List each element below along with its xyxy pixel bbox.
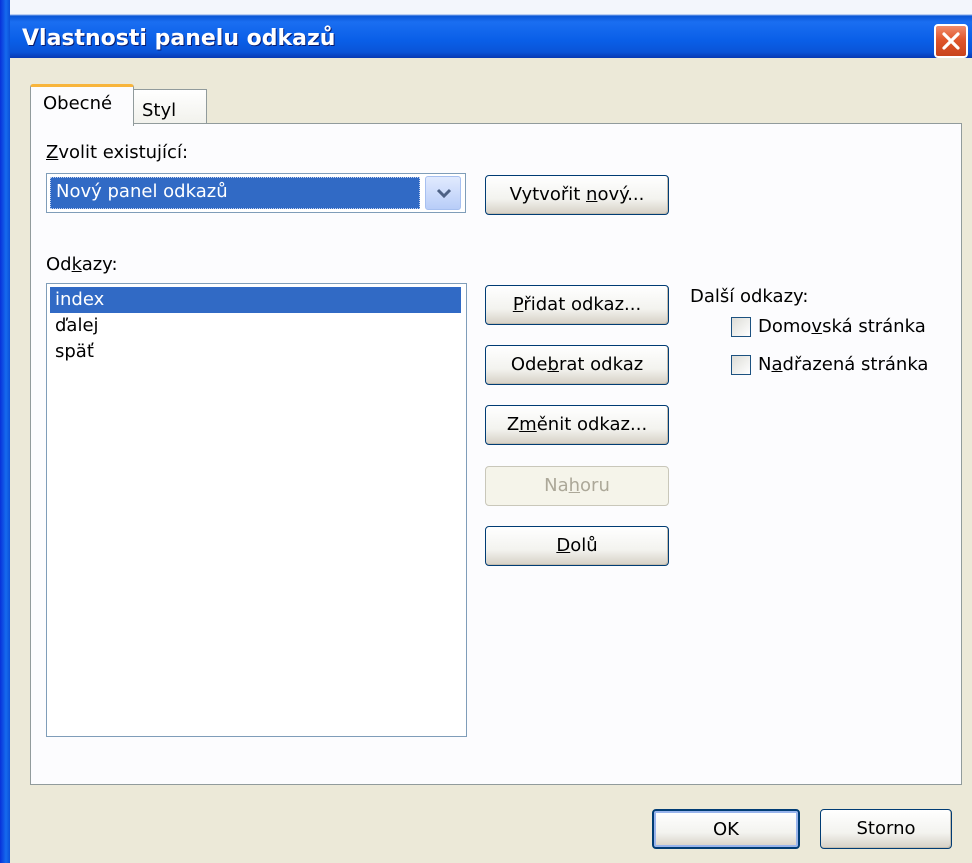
home-page-checkbox[interactable]: [731, 317, 751, 337]
remove-link-button[interactable]: Odebrat odkaz: [485, 345, 669, 385]
choose-existing-select[interactable]: Nový panel odkazů: [46, 173, 466, 213]
cancel-button[interactable]: Storno: [820, 809, 952, 849]
dropdown-arrow-button[interactable]: [425, 176, 461, 210]
move-up-button[interactable]: Nahoru: [485, 466, 669, 506]
parent-page-label[interactable]: Nadřazená stránka: [758, 354, 928, 375]
move-down-button[interactable]: Dolů: [485, 526, 669, 566]
home-page-label[interactable]: Domovská stránka: [758, 316, 926, 337]
ok-button[interactable]: OK: [652, 809, 800, 849]
choose-existing-value: Nový panel odkazů: [50, 177, 420, 209]
window-frame-left: [0, 0, 10, 863]
title-bar[interactable]: Vlastnosti panelu odkazů: [0, 0, 972, 58]
tab-general-label: Obecné: [43, 93, 113, 114]
create-new-button[interactable]: Vytvořit nový...: [485, 175, 669, 215]
tab-general[interactable]: Obecné: [30, 84, 134, 126]
links-label: Odkazy:: [46, 254, 118, 275]
window-title: Vlastnosti panelu odkazů: [22, 26, 336, 51]
list-item[interactable]: index: [50, 287, 461, 313]
change-link-button[interactable]: Změnit odkaz...: [485, 405, 669, 445]
choose-existing-label: Zvolit existující:: [46, 142, 189, 163]
more-links-label: Další odkazy:: [690, 286, 809, 307]
chevron-down-icon: [436, 188, 452, 199]
close-icon: [942, 32, 960, 50]
close-button[interactable]: [934, 24, 968, 58]
links-listbox[interactable]: index ďalej späť: [46, 283, 467, 737]
list-item[interactable]: späť: [50, 339, 461, 365]
tab-style-label: Styl: [142, 100, 177, 121]
add-link-button[interactable]: Přidat odkaz...: [485, 285, 669, 325]
dialog-window: Vlastnosti panelu odkazů Obecné Styl Zvo…: [0, 0, 972, 863]
list-item[interactable]: ďalej: [50, 313, 461, 339]
parent-page-checkbox[interactable]: [731, 355, 751, 375]
tab-style[interactable]: Styl: [133, 89, 207, 127]
